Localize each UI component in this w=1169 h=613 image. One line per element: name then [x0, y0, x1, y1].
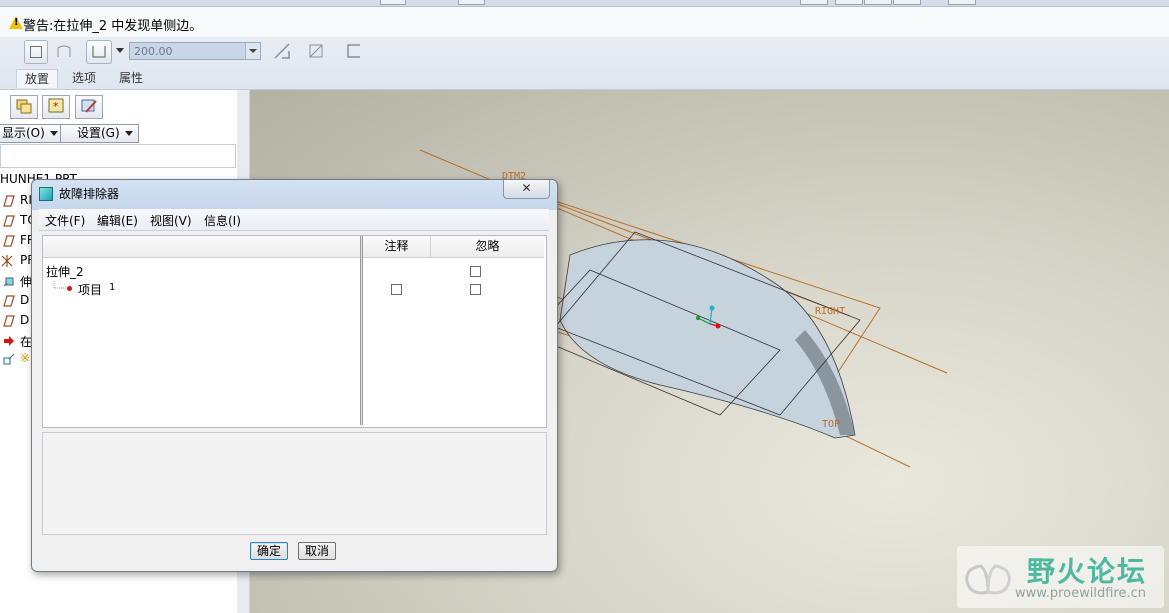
depth-option-button[interactable]	[86, 40, 112, 64]
menu-view[interactable]: 视图(V)	[150, 212, 192, 229]
csys-z-dot	[696, 316, 700, 320]
close-button[interactable]: ✕	[503, 180, 550, 199]
folder-tree-icon	[16, 99, 32, 114]
csys-x-dot	[715, 323, 721, 329]
menu-info[interactable]: 信息(I)	[204, 212, 241, 229]
warning-icon	[9, 16, 23, 29]
datum-plane-icon	[3, 295, 15, 307]
table-row[interactable]: 项目 1	[43, 281, 544, 298]
coordinate-system-icon	[1, 255, 13, 267]
thicken-button[interactable]	[343, 40, 365, 62]
item-label: 项目	[78, 283, 103, 297]
extrude-dashboard: 200.00 放置 选项 属性	[0, 37, 1169, 90]
settings-menu-button[interactable]: 设置(G)	[60, 124, 139, 143]
error-dot-icon	[67, 286, 72, 291]
datum-plane-icon	[3, 215, 15, 227]
column-header-ignore[interactable]: 忽略	[431, 236, 544, 258]
column-header-name	[43, 236, 360, 258]
item-index: 1	[109, 282, 116, 293]
favorites-icon: *	[48, 98, 64, 113]
issue-table: 注释 忽略 拉伸_2 项目 1	[42, 235, 547, 428]
chevron-down-icon[interactable]	[115, 47, 125, 55]
thicken-icon	[347, 44, 360, 58]
app-icon	[39, 187, 53, 201]
tree-item-label: D	[20, 293, 30, 307]
svg-text:*: *	[53, 100, 59, 113]
flip-direction-button[interactable]	[271, 40, 293, 62]
tree-item-label: D	[20, 313, 30, 327]
watermark-title: 野火论坛	[1027, 555, 1148, 588]
model-tree-filter[interactable]	[0, 144, 236, 168]
tree-item-label: ※	[20, 351, 31, 365]
model-tree-tab[interactable]	[10, 95, 38, 119]
datum-label-right[interactable]: RIGHT	[815, 306, 845, 317]
ok-button[interactable]: 确定	[250, 542, 288, 560]
top-toolbar-remnant	[0, 0, 1169, 7]
comment-checkbox[interactable]	[391, 284, 402, 295]
insert-here-arrow-icon	[4, 336, 14, 346]
tools-icon	[81, 99, 97, 113]
feature-in-progress-icon	[3, 353, 15, 365]
datum-plane-icon	[3, 235, 15, 247]
blind-depth-icon	[92, 46, 106, 58]
datum-label-top[interactable]: TOP	[822, 419, 840, 430]
tab-options[interactable]: 选项	[64, 69, 104, 87]
toolbar-nub[interactable]	[458, 0, 485, 5]
toolbar-nub[interactable]	[835, 0, 863, 5]
datum-plane-icon	[3, 315, 15, 327]
tab-placement[interactable]: 放置	[16, 69, 59, 88]
message-area	[42, 432, 547, 535]
depth-value-text: 200.00	[134, 45, 173, 58]
dialog-menubar: 文件(F) 编辑(E) 视图(V) 信息(I)	[39, 209, 549, 231]
toolbar-nub[interactable]	[893, 0, 921, 5]
butterfly-logo-icon	[965, 564, 1011, 595]
column-header-comment[interactable]: 注释	[363, 236, 431, 258]
show-menu-button[interactable]: 显示(O)	[0, 124, 64, 143]
csys-y-dot	[709, 305, 715, 311]
toolbar-nub[interactable]	[948, 0, 976, 5]
remove-material-icon	[309, 44, 323, 58]
dialog-title: 故障排除器	[59, 187, 120, 201]
depth-dropdown-button[interactable]	[245, 43, 260, 59]
troubleshooter-dialog: 故障排除器 ✕ 文件(F) 编辑(E) 视图(V) 信息(I) 注释 忽略 拉伸…	[31, 179, 558, 572]
depth-value-input[interactable]: 200.00	[129, 42, 261, 60]
solid-icon	[30, 46, 42, 58]
toolbar-nub[interactable]	[864, 0, 892, 5]
warning-message: 警告:在拉伸_2 中发现单侧边。	[23, 19, 203, 34]
forum-watermark: 野火论坛 www.proewildfire.cn	[957, 546, 1164, 608]
surface-icon	[57, 45, 71, 57]
flip-direction-icon	[274, 43, 290, 59]
toolbar-nub[interactable]	[380, 0, 406, 5]
menu-file[interactable]: 文件(F)	[45, 212, 85, 229]
connections-tab[interactable]	[75, 95, 103, 119]
solid-extrude-button[interactable]	[24, 40, 48, 64]
table-row[interactable]: 拉伸_2	[43, 263, 544, 280]
toolbar-nub[interactable]	[800, 0, 828, 5]
surface-extrude-button[interactable]	[52, 40, 76, 64]
menu-edit[interactable]: 编辑(E)	[97, 212, 138, 229]
watermark-url: www.proewildfire.cn	[1015, 586, 1146, 601]
cancel-button[interactable]: 取消	[298, 542, 336, 560]
ignore-checkbox[interactable]	[470, 266, 481, 277]
remove-material-button[interactable]	[305, 40, 327, 62]
extrude-feature-icon	[3, 277, 14, 287]
tab-properties[interactable]: 属性	[111, 69, 151, 87]
message-bar: 警告:在拉伸_2 中发现单侧边。	[0, 7, 1169, 38]
layer-tree-tab[interactable]: *	[42, 95, 70, 119]
ignore-checkbox[interactable]	[470, 284, 481, 295]
datum-plane-icon	[3, 195, 15, 207]
feature-name: 拉伸_2	[46, 265, 84, 279]
